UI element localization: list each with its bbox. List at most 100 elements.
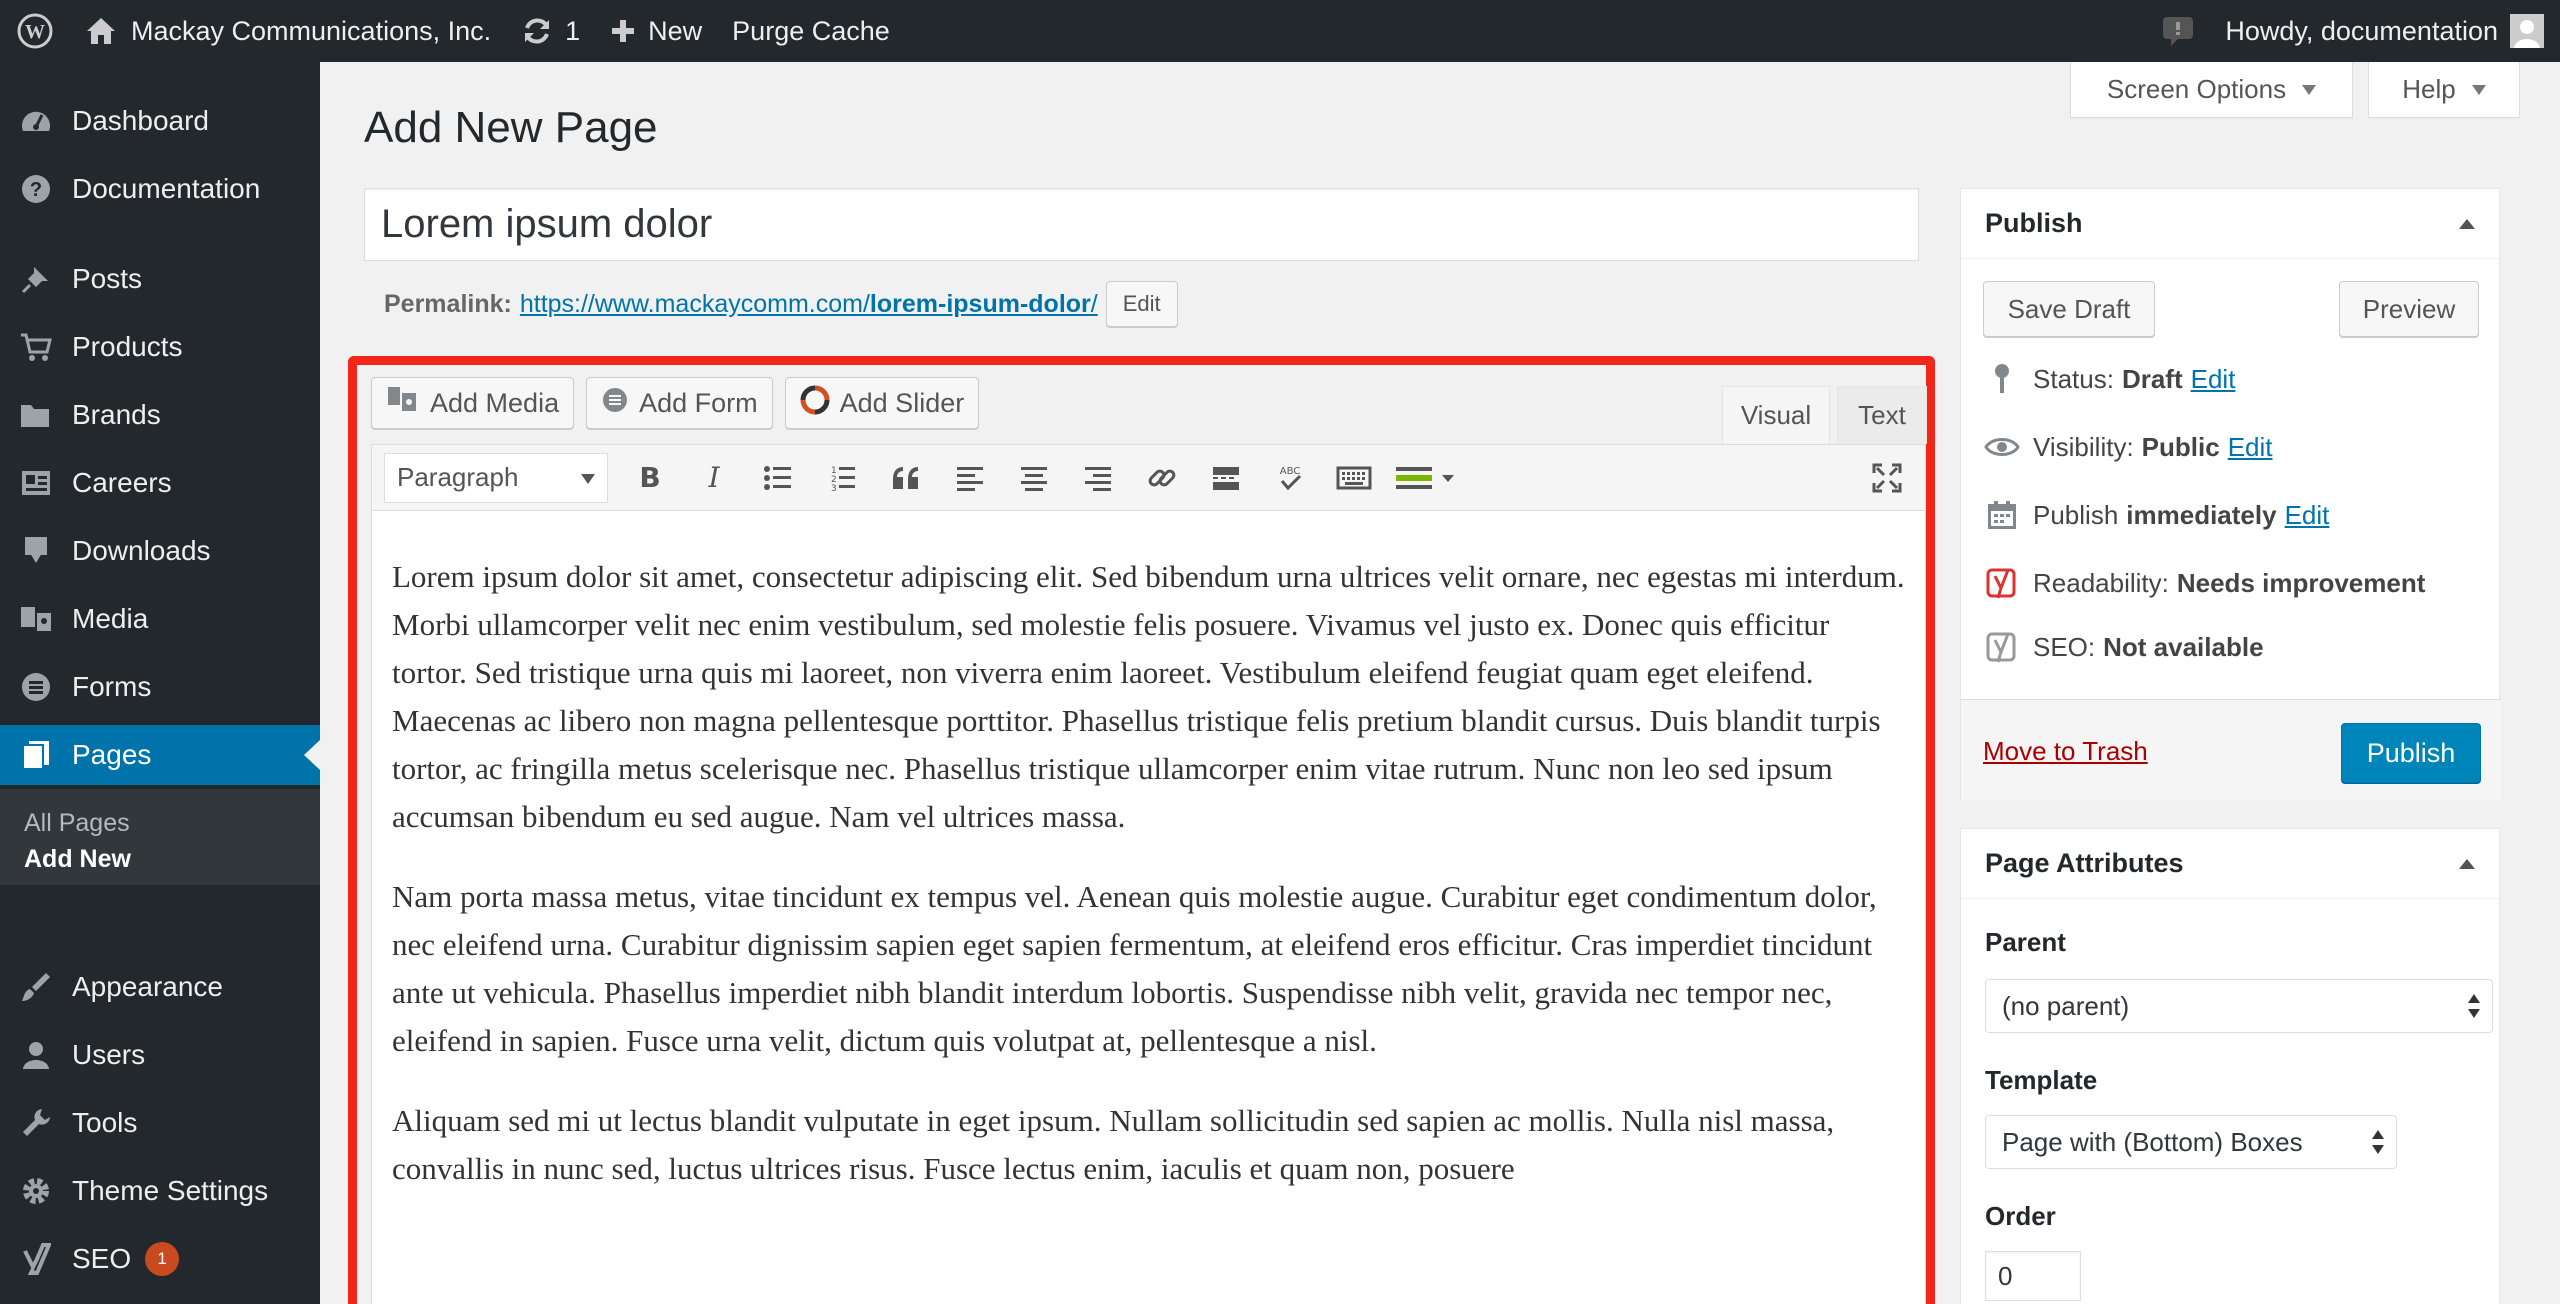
- purge-cache-link[interactable]: Purge Cache: [717, 0, 905, 62]
- caret-up-icon[interactable]: [2459, 859, 2475, 869]
- sidebar-item-dashboard[interactable]: Dashboard: [0, 91, 320, 151]
- move-to-trash-link[interactable]: Move to Trash: [1983, 736, 2148, 767]
- preview-button[interactable]: Preview: [2339, 281, 2479, 337]
- svg-text:?: ?: [30, 179, 42, 201]
- sidebar-item-label: Forms: [72, 671, 152, 702]
- site-name: Mackay Communications, Inc.: [131, 15, 492, 46]
- visibility-value: Public: [2141, 431, 2220, 462]
- parent-select-value: (no parent): [2002, 990, 2130, 1021]
- wrench-icon: [0, 1107, 72, 1139]
- numbered-list-icon[interactable]: 123: [816, 452, 868, 504]
- align-center-icon[interactable]: [1008, 452, 1060, 504]
- link-icon[interactable]: [1136, 452, 1188, 504]
- sidebar-item-users[interactable]: Users: [0, 1025, 320, 1085]
- publish-box-header[interactable]: Publish: [1961, 189, 2499, 259]
- sidebar-item-appearance[interactable]: Appearance: [0, 957, 320, 1017]
- slider-icon: [800, 385, 830, 422]
- pin-icon: [0, 263, 72, 295]
- download-icon: [0, 535, 72, 567]
- add-media-label: Add Media: [430, 387, 560, 418]
- sidebar-item-careers[interactable]: Careers: [0, 453, 320, 513]
- title-input[interactable]: Lorem ipsum dolor: [364, 188, 1919, 261]
- publish-box: Publish Save Draft Preview Status: Draft…: [1960, 188, 2501, 801]
- sidebar-item-downloads[interactable]: Downloads: [0, 521, 320, 581]
- site-name-link[interactable]: Mackay Communications, Inc.: [70, 0, 506, 62]
- wordpress-logo-icon[interactable]: W: [0, 0, 70, 62]
- italic-icon[interactable]: I: [688, 452, 740, 504]
- pages-submenu: All Pages Add New: [0, 789, 320, 885]
- plus-icon: [610, 18, 636, 44]
- status-value: Draft: [2121, 363, 2183, 394]
- add-form-button[interactable]: Add Form: [586, 377, 773, 429]
- content-paragraph: Nam porta massa metus, vitae tincidunt e…: [392, 879, 1877, 1058]
- order-input[interactable]: 0: [1985, 1251, 2081, 1301]
- help-icon: ?: [0, 173, 72, 205]
- permalink-slug: lorem-ipsum-dolor: [869, 289, 1091, 318]
- sidebar-item-brands[interactable]: Brands: [0, 385, 320, 445]
- svg-text:3: 3: [831, 484, 837, 492]
- add-slider-label: Add Slider: [839, 387, 965, 418]
- purge-cache-label: Purge Cache: [732, 15, 890, 46]
- notifications-icon[interactable]: [2146, 0, 2210, 62]
- help-button[interactable]: Help: [2368, 62, 2520, 118]
- save-draft-button[interactable]: Save Draft: [1983, 281, 2155, 337]
- new-label: New: [648, 15, 703, 46]
- publish-button[interactable]: Publish: [2341, 723, 2481, 783]
- sidebar-item-media[interactable]: Media: [0, 589, 320, 649]
- permalink-base: https://www.mackaycomm.com/: [519, 289, 870, 318]
- status-edit-link[interactable]: Edit: [2191, 364, 2236, 395]
- bullet-list-icon[interactable]: [752, 452, 804, 504]
- keyboard-icon[interactable]: [1328, 452, 1380, 504]
- sidebar-item-posts[interactable]: Posts: [0, 249, 320, 309]
- svg-text:ABC: ABC: [1280, 466, 1301, 477]
- updates-link[interactable]: 1: [506, 0, 595, 62]
- sidebar-item-label: Users: [72, 1039, 146, 1070]
- pages-icon: [0, 739, 72, 771]
- editor-toolbar: Paragraph B I 123 ABC: [371, 444, 1926, 511]
- sidebar-item-products[interactable]: Products: [0, 317, 320, 377]
- screen-options-label: Screen Options: [2106, 74, 2287, 104]
- tab-visual[interactable]: Visual: [1722, 386, 1830, 444]
- sidebar-item-tools[interactable]: Tools: [0, 1093, 320, 1153]
- tab-text[interactable]: Text: [1837, 386, 1927, 444]
- sidebar-item-theme-settings[interactable]: Theme Settings: [0, 1161, 320, 1221]
- blockquote-icon[interactable]: [880, 452, 932, 504]
- parent-select[interactable]: (no parent): [1985, 979, 2493, 1033]
- read-more-icon[interactable]: [1200, 452, 1252, 504]
- media-icon: [386, 385, 420, 422]
- readability-row: Readability: Needs improvement: [1981, 561, 2425, 605]
- screen-options-button[interactable]: Screen Options: [2070, 62, 2353, 118]
- editor-content-area[interactable]: Lorem ipsum dolor sit amet, consectetur …: [371, 511, 1926, 1304]
- submenu-add-new[interactable]: Add New: [24, 845, 131, 874]
- shortcode-dropdown-icon[interactable]: [1392, 452, 1462, 504]
- add-slider-button[interactable]: Add Slider: [784, 377, 980, 429]
- sidebar-item-label: Documentation: [72, 173, 261, 204]
- sidebar-item-pages[interactable]: Pages: [0, 725, 320, 785]
- visibility-edit-link[interactable]: Edit: [2228, 432, 2273, 463]
- sidebar-item-label: Tools: [72, 1107, 138, 1138]
- media-buttons: Add Media Add Form Add Slider: [371, 377, 980, 429]
- account-menu[interactable]: Howdy, documentation: [2210, 0, 2560, 62]
- yoast-seo-icon: [1981, 630, 2023, 664]
- caret-up-icon[interactable]: [2459, 219, 2475, 229]
- publish-edit-link[interactable]: Edit: [2285, 500, 2330, 531]
- permalink-link[interactable]: https://www.mackaycomm.com/lorem-ipsum-d…: [520, 290, 1098, 319]
- sidebar-item-seo[interactable]: SEO 1: [0, 1229, 320, 1289]
- align-left-icon[interactable]: [944, 452, 996, 504]
- spellcheck-icon[interactable]: ABC: [1264, 452, 1316, 504]
- bold-icon[interactable]: B: [624, 452, 676, 504]
- sidebar-item-documentation[interactable]: ? Documentation: [0, 159, 320, 219]
- fullscreen-icon[interactable]: [1861, 452, 1913, 504]
- sidebar-item-forms[interactable]: Forms: [0, 657, 320, 717]
- sidebar-item-label: SEO: [72, 1243, 132, 1274]
- new-content-link[interactable]: New: [595, 0, 717, 62]
- sidebar-item-label: Downloads: [72, 535, 211, 566]
- page-attributes-header[interactable]: Page Attributes: [1961, 829, 2499, 899]
- align-right-icon[interactable]: [1072, 452, 1124, 504]
- permalink-edit-button[interactable]: Edit: [1105, 281, 1178, 327]
- template-select[interactable]: Page with (Bottom) Boxes: [1985, 1115, 2397, 1169]
- content-paragraph: Lorem ipsum dolor sit amet, consectetur …: [392, 559, 1905, 834]
- format-select[interactable]: Paragraph: [384, 452, 608, 503]
- submenu-all-pages[interactable]: All Pages: [24, 809, 130, 838]
- add-media-button[interactable]: Add Media: [371, 377, 575, 429]
